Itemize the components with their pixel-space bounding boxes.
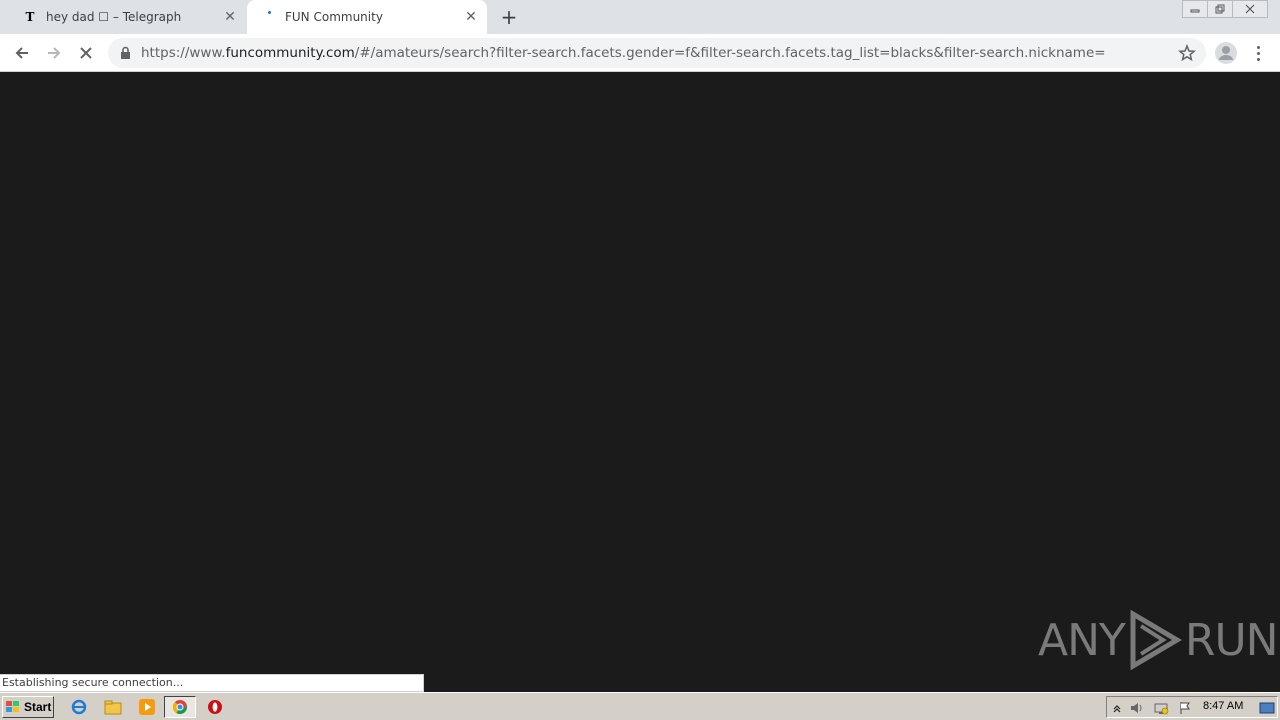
file-explorer-icon[interactable] — [104, 698, 122, 716]
back-button[interactable] — [10, 41, 34, 65]
tab-telegraph[interactable]: T hey dad ☐ – Telegraph ✕ — [8, 0, 246, 34]
forward-button[interactable] — [42, 41, 66, 65]
tab-fun-community[interactable]: FUN Community ✕ — [247, 0, 487, 34]
address-bar[interactable]: https://www.funcommunity.com/#/amateurs/… — [108, 38, 1206, 68]
media-player-icon[interactable] — [138, 698, 156, 716]
start-button[interactable]: Start — [2, 696, 54, 718]
opera-icon[interactable] — [206, 698, 224, 716]
tab-title: hey dad ☐ – Telegraph — [46, 10, 182, 24]
internet-explorer-icon[interactable] — [70, 698, 88, 716]
arrow-left-icon — [15, 47, 28, 59]
stop-loading-button[interactable] — [74, 41, 98, 65]
url-text: https://www.funcommunity.com/#/amateurs/… — [141, 45, 1106, 61]
taskbar-clock[interactable]: 8:47 AM — [1203, 700, 1243, 712]
loading-favicon-icon — [261, 9, 277, 25]
chrome-icon — [172, 700, 187, 714]
window-close-icon[interactable] — [1232, 0, 1268, 18]
page-content — [0, 72, 1280, 692]
volume-icon[interactable] — [1129, 700, 1145, 716]
tab-close-icon[interactable]: ✕ — [222, 9, 238, 25]
restore-icon[interactable] — [1207, 0, 1233, 18]
bookmark-star-icon[interactable] — [1178, 44, 1196, 62]
browser-menu-icon[interactable] — [1248, 41, 1268, 65]
action-center-flag-icon[interactable] — [1177, 700, 1193, 716]
close-icon — [80, 47, 92, 59]
system-tray: 8:47 AM — [1106, 696, 1278, 718]
tab-title: FUN Community — [285, 10, 383, 24]
window-controls — [1182, 0, 1268, 18]
chrome-taskbar-button[interactable] — [164, 696, 196, 718]
arrow-right-icon — [48, 47, 61, 59]
anyrun-watermark: ANY RUN — [1038, 608, 1279, 672]
show-hidden-icons-icon[interactable] — [1109, 700, 1125, 716]
profile-avatar-icon[interactable] — [1214, 41, 1238, 65]
tab-strip: T hey dad ☐ – Telegraph ✕ FUN Community … — [0, 0, 1280, 34]
lock-icon — [121, 46, 130, 59]
new-tab-button[interactable]: + — [498, 5, 520, 29]
show-desktop-icon[interactable] — [1259, 700, 1275, 716]
status-bubble: Establishing secure connection... — [0, 674, 424, 692]
telegraph-favicon-icon: T — [25, 10, 35, 24]
browser-toolbar: https://www.funcommunity.com/#/amateurs/… — [0, 34, 1280, 72]
windows-logo-icon — [6, 701, 19, 712]
taskbar: Start 8:47 AM — [0, 692, 1280, 720]
network-icon[interactable] — [1153, 700, 1169, 716]
play-logo-icon — [1130, 610, 1182, 670]
tab-close-icon[interactable]: ✕ — [463, 9, 479, 25]
minimize-icon[interactable] — [1182, 0, 1208, 18]
